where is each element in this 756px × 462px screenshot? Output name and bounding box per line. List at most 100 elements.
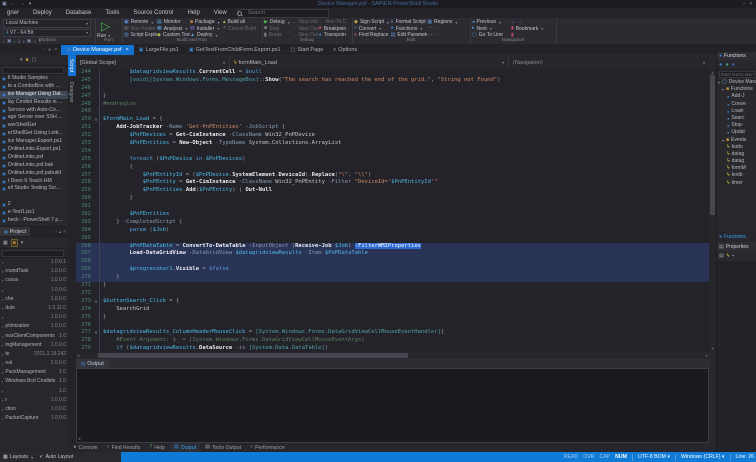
file-list-item[interactable]: ▣ erShellGet Using Letti... bbox=[0, 130, 68, 138]
dock-window-icon[interactable]: ▫ bbox=[55, 229, 57, 235]
ribbon-tab-deploy[interactable]: Deploy bbox=[26, 8, 59, 18]
module-list-item[interactable]: ▪ nosClientComponents 1.0 bbox=[0, 332, 68, 341]
file-list-item[interactable]: ▣ Service with Auto-Co... bbox=[0, 107, 68, 115]
expander-icon[interactable]: ▾ bbox=[722, 86, 724, 93]
module-filter-icon[interactable]: ■ bbox=[10, 238, 18, 247]
pin-group-icon[interactable]: ▫ bbox=[44, 47, 46, 53]
categorized-icon[interactable]: ▤ bbox=[719, 253, 724, 259]
platform-tool-icon-2[interactable]: ▫ bbox=[14, 39, 16, 44]
module-list-item[interactable]: ▪ 1.0.0.0 bbox=[0, 286, 68, 295]
module-list-item[interactable]: ▪ ction 1.0.0.0 bbox=[0, 405, 68, 414]
platform-tool-icon-4[interactable]: ▪ bbox=[23, 39, 25, 44]
property-pages-icon[interactable]: ▪ bbox=[732, 253, 734, 259]
tree-item[interactable]: ● Searc bbox=[717, 115, 756, 122]
tool-tab-find-results[interactable]: ○ Find Results bbox=[103, 443, 145, 452]
context-dropdown[interactable]: ϟ formMain_Load ▾ bbox=[230, 56, 509, 69]
module-list-item[interactable]: ▪ che 1.0.0.0 bbox=[0, 295, 68, 304]
encoding-selector[interactable]: UTF-8 BOM ▾ bbox=[638, 454, 670, 460]
module-list-item[interactable]: ▪ dule 1.0.11.0 bbox=[0, 304, 68, 313]
refresh-icon[interactable]: ● bbox=[732, 62, 735, 68]
file-list-item[interactable]: ▣ ll Studio Samples bbox=[0, 75, 68, 83]
scroll-tabs-icon[interactable]: ▸ bbox=[49, 47, 52, 53]
ribbon-tab-gner[interactable]: gner bbox=[0, 8, 26, 18]
folder-icon[interactable]: ■ bbox=[26, 57, 29, 63]
platform-tool-icon-6[interactable]: ○ bbox=[34, 39, 37, 44]
package-button[interactable]: ■ Package ▾ bbox=[190, 19, 223, 26]
regions-button[interactable]: ▦ Regions ▾ bbox=[427, 19, 464, 26]
file-list-item[interactable]: ▣ ice Manager.Export.ps1 bbox=[0, 138, 68, 146]
icon-row-button[interactable]: ▫ ▫ ▫ bbox=[427, 32, 464, 39]
doc-tab-start-page[interactable]: ▢ Start Page bbox=[286, 45, 329, 55]
refresh-icon[interactable]: ▾ bbox=[20, 57, 23, 63]
tab-project[interactable]: ▦ Project bbox=[0, 227, 30, 236]
horizontal-scrollbar[interactable]: ◂ ▸ bbox=[76, 352, 709, 359]
ribbon-tab-view[interactable]: View bbox=[207, 8, 234, 18]
scope-filter-icon[interactable]: ● bbox=[725, 62, 728, 68]
monitor-button[interactable]: ▤ Monitor bbox=[157, 19, 190, 26]
build-all-button[interactable]: ▴ Build all bbox=[223, 19, 256, 26]
scrollbar-thumb[interactable] bbox=[710, 75, 715, 215]
tree-item[interactable]: ϟ datag bbox=[717, 151, 756, 158]
module-list-item[interactable]: ▪ ccess 1.0.0.0 bbox=[0, 276, 68, 285]
functions-button[interactable]: ● Functions ▾ bbox=[391, 26, 428, 33]
module-list-item[interactable]: ▪ r 1.0.0.0 bbox=[0, 396, 68, 405]
module-list-item[interactable]: ▪ 1.0.0.0 bbox=[0, 313, 68, 322]
file-list-item[interactable]: ▣ OnlineLinks.psf bbox=[0, 154, 68, 162]
remote-button[interactable]: ▣ Remote ▾ bbox=[124, 19, 157, 26]
breakpoints-button[interactable]: ●Breakpoints▾ bbox=[319, 26, 346, 33]
deploy-button[interactable]: ▲ Deploy ▾ bbox=[190, 32, 223, 39]
file-list-item[interactable]: ▣ 2 bbox=[0, 201, 68, 209]
tool-tab-help[interactable]: ? Help bbox=[145, 443, 168, 452]
file-list-item[interactable]: ▣ lay Cmdlet Results in ... bbox=[0, 99, 68, 107]
sync-icon[interactable]: ● bbox=[719, 62, 722, 68]
close-group-icon[interactable]: × bbox=[54, 47, 57, 53]
file-list-item[interactable]: ▣ ice Manager Using Dat... bbox=[0, 90, 68, 99]
module-list-item[interactable]: ▪ ptimization 1.0.0.0 bbox=[0, 322, 68, 331]
tree-item[interactable]: ● Conve bbox=[717, 101, 756, 108]
view-tab-script[interactable]: Script bbox=[68, 55, 76, 77]
tree-group-events[interactable]: ▾ ■ Events bbox=[717, 137, 756, 144]
scroll-right-icon[interactable]: ▸ bbox=[706, 352, 708, 359]
navigation-dropdown[interactable]: (Navigation) ▾ bbox=[509, 56, 709, 69]
line-ending-selector[interactable]: Windows (CRLF) ▾ bbox=[681, 454, 725, 460]
icon-row-button[interactable]: ▫ ▫ ▫ bbox=[427, 26, 464, 33]
convert-button[interactable]: » Convert ▾ bbox=[354, 26, 391, 33]
file-list-item[interactable]: ▣ werShellGet bbox=[0, 122, 68, 130]
edit-parameters-button[interactable]: ▤Edit Parameters bbox=[391, 32, 428, 39]
module-list-item[interactable]: ▪ PacketCapture 1.0.0.0 bbox=[0, 414, 68, 423]
scroll-left-icon[interactable]: ◂ bbox=[77, 352, 79, 359]
bookmark-button[interactable]: ▮ Bookmark ▾ bbox=[511, 26, 550, 33]
file-list-item[interactable]: ▣ age Server over SSH ... bbox=[0, 114, 68, 122]
close-tab-icon[interactable]: × bbox=[126, 47, 129, 53]
tree-item[interactable]: ϟ datag bbox=[717, 158, 756, 165]
tool-tab-performance[interactable]: ○ Performance bbox=[246, 443, 289, 452]
file-search-input[interactable] bbox=[2, 67, 64, 74]
expander-icon[interactable]: ▾ bbox=[722, 137, 724, 144]
layouts-button[interactable]: ▦ Layouts ▾ bbox=[3, 454, 33, 460]
events-icon[interactable]: ϟ bbox=[727, 253, 730, 259]
next-button[interactable]: ▸ Next ▾ bbox=[472, 26, 511, 33]
module-list-item[interactable]: ▪ Windows.Bcd Cmdlets 1.0 bbox=[0, 377, 68, 386]
auto-layout-button[interactable]: ✓ Auto Layout bbox=[39, 454, 73, 460]
module-list-item[interactable]: ▪ 1.0.0.1 bbox=[0, 258, 68, 267]
vertical-scrollbar[interactable]: ▴ ▾ bbox=[709, 69, 716, 352]
platform-machine-dropdown[interactable]: Local Machine ▾ bbox=[3, 19, 91, 28]
ribbon-search-input[interactable] bbox=[237, 8, 329, 18]
auto-hide-icon[interactable]: ▴ bbox=[59, 229, 61, 235]
code-editor[interactable]: 244 $datagridviewResults.CurrentCell = $… bbox=[76, 69, 709, 352]
close-panel-icon[interactable]: × bbox=[63, 229, 66, 235]
file-list-item[interactable]: ▣ heck - PowerShell 7 p... bbox=[0, 217, 68, 225]
icon-row-button[interactable]: ▮ bbox=[511, 32, 550, 39]
file-list-item[interactable]: ▣ t Does It Teach.HM bbox=[0, 178, 68, 186]
module-list-item[interactable]: ▪ PackManagement 1.0 bbox=[0, 368, 68, 377]
module-list-item[interactable]: ▪ roundTask 1.0.0.0 bbox=[0, 267, 68, 276]
file-list-item[interactable]: ▣ OnlineLinks.psf.bak bbox=[0, 162, 68, 170]
script-explorer-button[interactable]: ▥Script Explorer bbox=[124, 32, 157, 39]
doc-tab-largefile-ps1[interactable]: ▣ LargeFile.ps1 bbox=[134, 45, 184, 55]
output-panel-body[interactable]: ◂ bbox=[76, 368, 709, 443]
account-icon[interactable]: ○ bbox=[742, 1, 745, 7]
ribbon-tab-database[interactable]: Database bbox=[59, 8, 99, 18]
view-tab-designer[interactable]: Designer bbox=[68, 78, 76, 107]
tree-group-functions[interactable]: ▾ ■ Functions bbox=[717, 86, 756, 93]
module-list-item[interactable]: ▪ nal 2.0.0.0 bbox=[0, 359, 68, 368]
